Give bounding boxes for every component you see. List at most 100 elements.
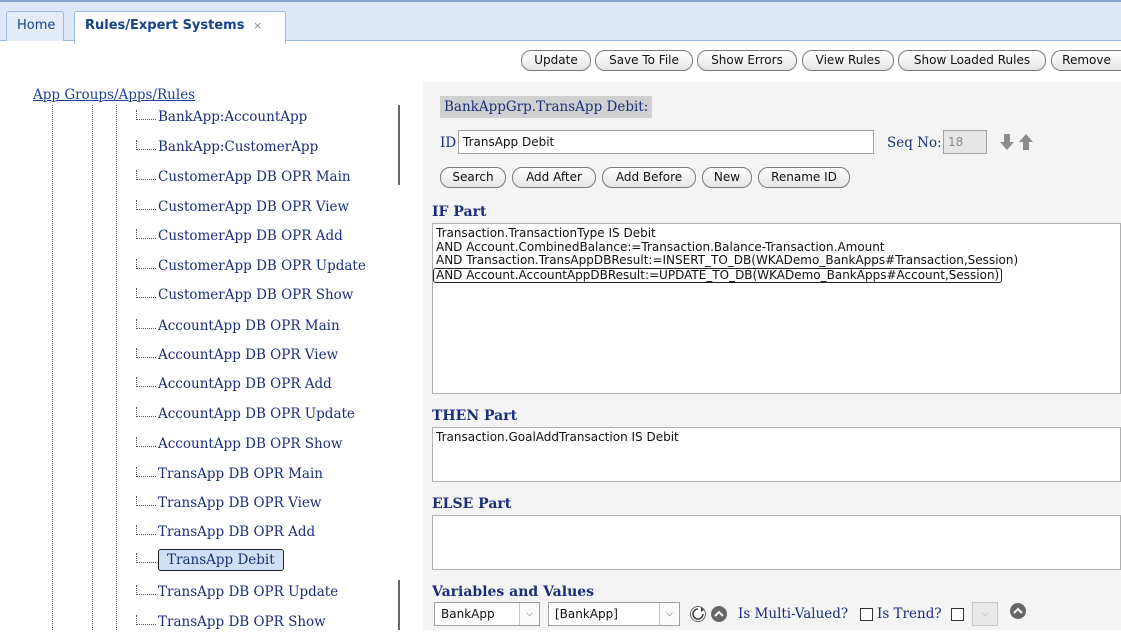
tree-item-label: AccountApp DB OPR Add	[158, 376, 332, 392]
chevron-down-icon: ⌵	[659, 603, 679, 625]
trend-checkbox[interactable]	[951, 608, 964, 621]
multi-valued-checkbox[interactable]	[860, 608, 873, 621]
tab-bar: Home Rules/Expert Systems ×	[0, 0, 1121, 44]
tree-item[interactable]: AccountApp DB OPR Update	[136, 406, 355, 428]
if-line-highlighted: AND Account.AccountAppDBResult:=UPDATE_T…	[433, 267, 1003, 283]
tree-item-selected[interactable]: TransApp Debit	[136, 549, 284, 574]
seq-no-label: Seq No:	[887, 135, 942, 151]
tab-rules-label: Rules/Expert Systems	[85, 18, 245, 33]
tree-item[interactable]: CustomerApp DB OPR Main	[136, 169, 351, 191]
value-select[interactable]: [BankApp] ⌵	[548, 602, 680, 626]
tree-item[interactable]: CustomerApp DB OPR Add	[136, 228, 343, 250]
view-rules-button[interactable]: View Rules	[802, 50, 894, 71]
tab-rules-expert-systems[interactable]: Rules/Expert Systems ×	[74, 11, 286, 44]
panel-splitter[interactable]	[398, 105, 400, 185]
then-part-title: THEN Part	[432, 408, 518, 424]
rule-id-input[interactable]: TransApp Debit	[458, 130, 874, 154]
tree-item-label: AccountApp DB OPR Show	[158, 436, 343, 452]
rename-id-button[interactable]: Rename ID	[758, 167, 850, 188]
tree-connector	[136, 467, 156, 477]
tree-connector	[136, 377, 156, 387]
rule-path-label: BankAppGrp.TransApp Debit:	[440, 96, 653, 118]
close-icon[interactable]: ×	[253, 19, 262, 32]
tree-connector	[136, 496, 156, 506]
tree-item[interactable]: BankApp:AccountApp	[136, 109, 307, 131]
tree-connector	[136, 319, 156, 329]
add-after-button[interactable]: Add After	[512, 167, 596, 188]
trend-select[interactable]: ⌵	[972, 602, 998, 626]
else-part-textarea[interactable]	[432, 515, 1121, 570]
up-circle-icon[interactable]	[1010, 603, 1026, 619]
tree-item[interactable]: TransApp DB OPR Show	[136, 614, 326, 636]
tree-item[interactable]: TransApp DB OPR Main	[136, 466, 323, 488]
tree-item-label: CustomerApp DB OPR Add	[158, 228, 343, 244]
tree-item-label: CustomerApp DB OPR Main	[158, 169, 351, 185]
tree-item[interactable]: TransApp DB OPR View	[136, 495, 321, 517]
panel-splitter[interactable]	[398, 580, 400, 630]
tree-item[interactable]: CustomerApp DB OPR View	[136, 199, 349, 221]
arrow-up-icon[interactable]	[1018, 133, 1034, 151]
tree-item-label: TransApp Debit	[158, 549, 284, 571]
tree-item-label: TransApp DB OPR Main	[158, 466, 323, 482]
tree-item-label: AccountApp DB OPR View	[158, 347, 339, 363]
tree-item[interactable]: CustomerApp DB OPR Show	[136, 287, 353, 309]
value-select-value: [BankApp]	[555, 607, 618, 621]
update-button[interactable]: Update	[521, 50, 591, 71]
chevron-down-icon: ⌵	[973, 603, 997, 625]
tree-connector	[136, 407, 156, 417]
if-part-textarea[interactable]: Transaction.TransactionType IS Debit AND…	[432, 223, 1121, 394]
tree-item-label: TransApp DB OPR Add	[158, 524, 316, 540]
tree-connector	[136, 615, 156, 625]
tree-connector	[136, 140, 156, 150]
remove-button[interactable]: Remove	[1051, 50, 1121, 71]
if-part-title: IF Part	[432, 204, 487, 220]
new-button[interactable]: New	[702, 167, 752, 188]
tree-item-label: CustomerApp DB OPR Update	[158, 258, 366, 274]
tree-connector	[136, 110, 156, 120]
app-select[interactable]: BankApp ⌵	[434, 602, 540, 626]
tree-item-label: TransApp DB OPR Update	[158, 584, 339, 600]
if-line: AND Transaction.TransAppDBResult:=INSERT…	[436, 253, 1019, 267]
tree-item[interactable]: CustomerApp DB OPR Update	[136, 258, 366, 280]
trend-label: Is Trend?	[877, 606, 942, 622]
show-loaded-rules-button[interactable]: Show Loaded Rules	[898, 50, 1046, 71]
tree-item[interactable]: AccountApp DB OPR Show	[136, 436, 342, 458]
search-button[interactable]: Search	[440, 167, 506, 188]
show-errors-button[interactable]: Show Errors	[697, 50, 797, 71]
tree-item-label: CustomerApp DB OPR View	[158, 199, 350, 215]
tree-item[interactable]: TransApp DB OPR Update	[136, 584, 338, 606]
if-line: Transaction.TransactionType IS Debit	[436, 226, 656, 240]
tree-item-label: TransApp DB OPR View	[158, 495, 322, 511]
tab-home[interactable]: Home	[6, 11, 64, 41]
tree-connector	[136, 348, 156, 358]
tree-connector	[136, 585, 156, 595]
tree-title-link[interactable]: App Groups/Apps/Rules	[33, 87, 195, 103]
tree-connector	[136, 170, 156, 180]
tree-item[interactable]: BankApp:CustomerApp	[136, 139, 318, 161]
seq-no-input[interactable]: 18	[943, 130, 987, 154]
tree-item[interactable]: TransApp DB OPR Add	[136, 524, 315, 546]
then-part-textarea[interactable]: Transaction.GoalAddTransaction IS Debit	[432, 427, 1121, 482]
tree-connector	[136, 553, 156, 563]
if-line: AND Account.CombinedBalance:=Transaction…	[436, 239, 885, 254]
tree-guide-line	[116, 105, 117, 630]
refresh-icon[interactable]	[690, 606, 706, 622]
save-to-file-button[interactable]: Save To File	[595, 50, 693, 71]
tab-home-label: Home	[17, 18, 56, 33]
tree-item-label: AccountApp DB OPR Update	[158, 406, 355, 422]
tree-guide-line	[92, 105, 93, 630]
tree-connector	[136, 200, 156, 210]
up-circle-icon[interactable]	[711, 606, 727, 622]
tree-item-label: BankApp:AccountApp	[158, 109, 308, 125]
chevron-down-icon: ⌵	[519, 603, 539, 625]
add-before-button[interactable]: Add Before	[602, 167, 696, 188]
tree-item[interactable]: AccountApp DB OPR Main	[136, 318, 340, 340]
tree-item[interactable]: AccountApp DB OPR Add	[136, 376, 332, 398]
tree-connector	[136, 525, 156, 535]
tree-connector	[136, 437, 156, 447]
then-line: Transaction.GoalAddTransaction IS Debit	[436, 430, 679, 444]
tree-item-label: CustomerApp DB OPR Show	[158, 287, 354, 303]
arrow-down-icon[interactable]	[999, 133, 1015, 151]
tree-item[interactable]: AccountApp DB OPR View	[136, 347, 338, 369]
multi-valued-label: Is Multi-Valued?	[738, 606, 849, 622]
